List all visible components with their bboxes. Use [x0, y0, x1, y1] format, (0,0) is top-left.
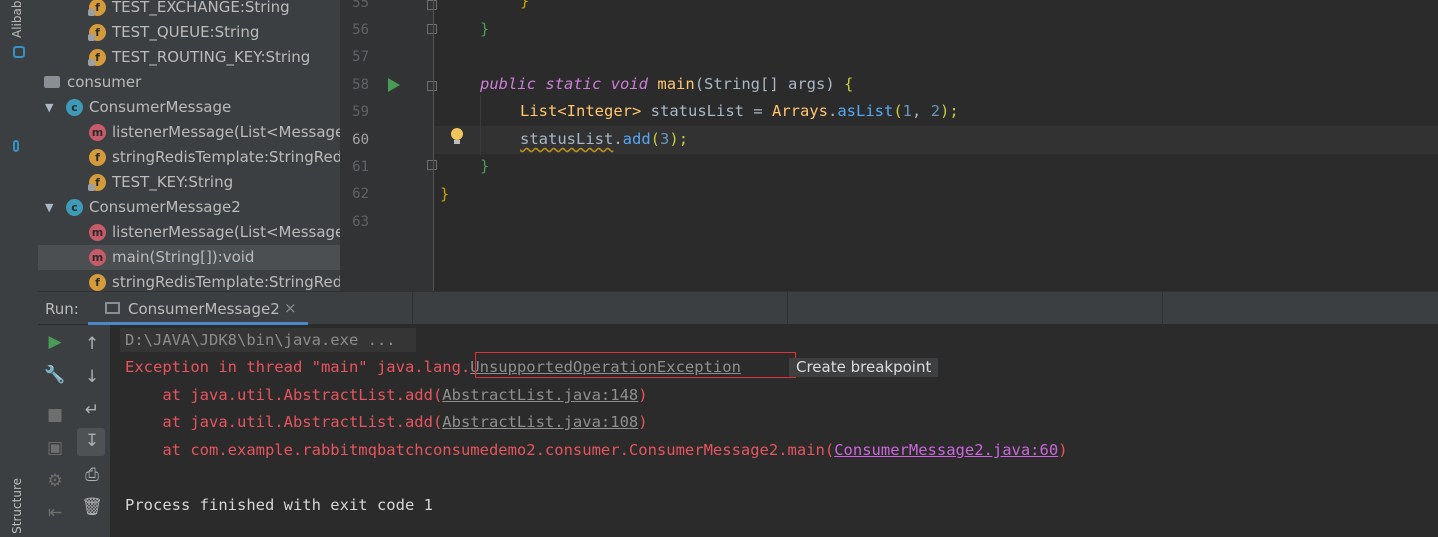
field-icon: f: [89, 274, 106, 291]
header-divider: [412, 292, 413, 325]
alibaba-icon[interactable]: [13, 46, 25, 58]
tree-item-consumermessage[interactable]: ▼ c ConsumerMessage: [38, 95, 340, 120]
method-icon: m: [89, 124, 106, 141]
code-line-60: statusList.add(3);: [520, 130, 689, 148]
console-output[interactable]: D:\JAVA\JDK8\bin\java.exe ... Exception …: [110, 325, 1438, 537]
settings-icon[interactable]: ⚙: [40, 471, 70, 491]
structure-tool-label[interactable]: Structure: [10, 478, 24, 534]
stack-trace-line: at java.util.AbstractList.add(AbstractLi…: [125, 386, 648, 404]
fold-marker-icon[interactable]: [427, 24, 437, 34]
highlight-box: [475, 352, 796, 378]
soft-wrap-icon[interactable]: ↵: [77, 400, 107, 420]
tree-item-test-queue[interactable]: f TEST_QUEUE:String: [38, 20, 340, 45]
method-icon: m: [89, 224, 106, 241]
gutter-separator: [433, 0, 434, 291]
tree-item-test-key[interactable]: f TEST_KEY:String: [38, 170, 340, 195]
line-number: 63: [352, 214, 369, 230]
line-number: 59: [352, 104, 369, 120]
stack-trace-link[interactable]: ConsumerMessage2.java:60: [834, 441, 1058, 459]
code-editor[interactable]: 55 56 57 58 59 60 61 62 63 } } public st…: [340, 0, 1438, 291]
lock-icon: [88, 34, 95, 41]
tree-item-listenermessage-2[interactable]: m listenerMessage(List<Message:: [38, 220, 340, 245]
lock-icon: [88, 59, 95, 66]
chevron-down-icon[interactable]: ▼: [45, 195, 53, 220]
stop-icon[interactable]: ■: [40, 405, 70, 425]
header-divider: [787, 292, 788, 325]
run-tool-header: Run: ConsumerMessage2 ×: [38, 291, 1438, 325]
stack-trace-link[interactable]: AbstractList.java:108: [442, 413, 638, 431]
rerun-icon[interactable]: ▶: [40, 332, 70, 352]
create-breakpoint-tooltip[interactable]: Create breakpoint: [789, 358, 939, 377]
line-number: 61: [352, 159, 369, 175]
chevron-down-icon[interactable]: ▼: [45, 95, 53, 120]
lock-icon: [88, 184, 95, 191]
lightbulb-icon[interactable]: [451, 128, 463, 144]
console-icon: [105, 302, 120, 314]
line-number: 56: [352, 22, 369, 38]
header-divider: [1162, 292, 1163, 325]
stack-trace-line: at com.example.rabbitmqbatchconsumedemo2…: [125, 441, 1068, 459]
close-icon[interactable]: ×: [284, 299, 297, 317]
tree-item-main[interactable]: m main(String[]):void: [38, 245, 340, 270]
tree-item-test-exchange[interactable]: f TEST_EXCHANGE:String: [38, 0, 340, 20]
tree-item-stringredistemplate[interactable]: f stringRedisTemplate:StringRed: [38, 145, 340, 170]
alibaba-tool-label[interactable]: Alibab: [10, 1, 24, 38]
run-label: Run:: [45, 300, 79, 318]
tree-item-listenermessage[interactable]: m listenerMessage(List<Message:: [38, 120, 340, 145]
line-number: 62: [352, 186, 369, 202]
exit-icon[interactable]: ⇤: [40, 503, 70, 523]
camera-icon[interactable]: ▣: [40, 438, 70, 458]
line-number: 58: [352, 77, 369, 93]
fold-marker-icon[interactable]: [427, 160, 437, 170]
run-tab-consumermessage2[interactable]: ConsumerMessage2 ×: [88, 292, 308, 325]
line-number-current: 60: [352, 132, 369, 148]
tree-item-consumermessage2[interactable]: ▼ c ConsumerMessage2: [38, 195, 340, 220]
code-line-61: }: [480, 157, 490, 175]
stack-trace-line: at java.util.AbstractList.add(AbstractLi…: [125, 413, 648, 431]
field-icon: f: [89, 149, 106, 166]
scroll-to-end-icon[interactable]: ↧: [77, 431, 107, 451]
code-line-55: }: [520, 0, 530, 10]
line-number: 55: [352, 0, 369, 11]
code-line-62: }: [440, 185, 450, 203]
stack-trace-link[interactable]: AbstractList.java:148: [442, 386, 638, 404]
package-icon: [44, 76, 60, 88]
process-exit-line: Process finished with exit code 1: [125, 496, 433, 514]
code-line-58: public static void main(String[] args) {: [480, 75, 854, 93]
class-icon: c: [66, 99, 83, 116]
indent-guide: [480, 95, 481, 155]
class-icon: c: [66, 199, 83, 216]
run-gutter-icon[interactable]: [388, 78, 400, 92]
left-tool-strip: Alibab Structure: [0, 0, 39, 537]
bookmark-icon[interactable]: [13, 140, 19, 152]
tree-item-stringredistemplate-2[interactable]: f stringRedisTemplate:StringRed: [38, 270, 340, 291]
line-number: 57: [352, 49, 369, 65]
trash-icon[interactable]: 🗑: [77, 497, 107, 517]
fold-marker-icon[interactable]: [427, 0, 437, 10]
code-line-59: List<Integer> statusList = Arrays.asList…: [520, 102, 959, 120]
wrench-icon[interactable]: 🔧: [40, 365, 70, 385]
code-line-56: }: [480, 20, 490, 38]
structure-panel: f TEST_EXCHANGE:String f TEST_QUEUE:Stri…: [38, 0, 340, 291]
tree-item-consumer-package[interactable]: consumer: [38, 70, 340, 95]
print-icon[interactable]: ⎙: [77, 465, 107, 485]
up-arrow-icon[interactable]: ↑: [77, 334, 107, 354]
lock-icon: [88, 9, 95, 16]
tree-item-test-routing-key[interactable]: f TEST_ROUTING_KEY:String: [38, 45, 340, 70]
down-arrow-icon[interactable]: ↓: [77, 367, 107, 387]
console-command-line: D:\JAVA\JDK8\bin\java.exe ...: [125, 331, 396, 349]
method-icon: m: [89, 249, 106, 266]
run-toolbar-primary: ▶ 🔧 ■ ▣ ⚙ ⇤: [38, 325, 74, 537]
editor-gutter: 55 56 57 58 59 60 61 62 63: [340, 0, 437, 291]
fold-marker-icon[interactable]: [427, 81, 437, 91]
run-toolbar-secondary: ↑ ↓ ↵ ↧ ⎙ 🗑: [73, 325, 111, 537]
